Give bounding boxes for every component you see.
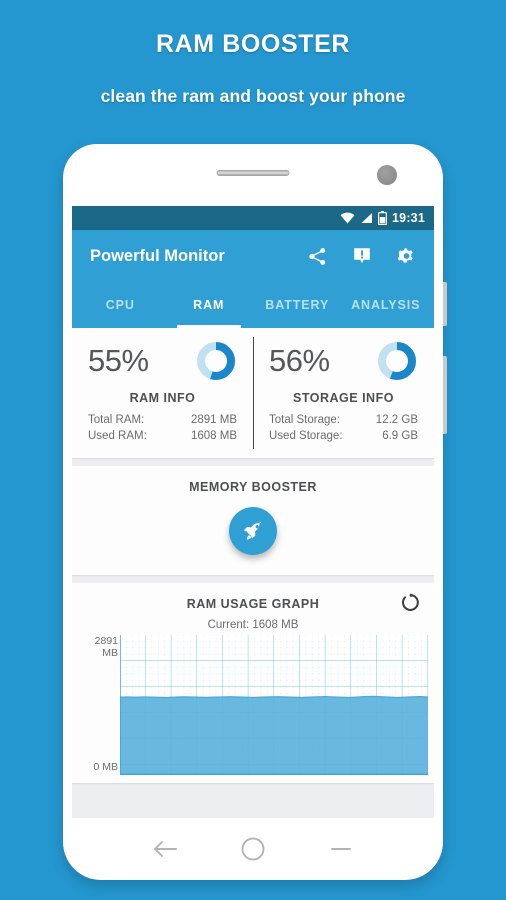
- storage-percent: 56%: [269, 343, 330, 378]
- tab-bar: CPU RAM BATTERY ANALYSIS: [72, 282, 434, 328]
- nav-recents-icon[interactable]: [328, 839, 354, 859]
- storage-percent-row: 56%: [269, 340, 418, 382]
- storage-used-value: 6.9 GB: [382, 430, 418, 442]
- ram-total-row: Total RAM: 2891 MB: [88, 412, 237, 428]
- ram-used-row: Used RAM: 1608 MB: [88, 428, 237, 444]
- nav-back-icon[interactable]: [152, 839, 178, 859]
- storage-info-section: 56% STORAGE INFO Total Storage: 12.2 GB …: [253, 337, 434, 449]
- plot-wrapper: 2891 MB 0 MB: [72, 635, 434, 775]
- storage-total-label: Total Storage:: [269, 414, 340, 426]
- tab-cpu[interactable]: CPU: [76, 282, 165, 328]
- y-axis: 2891 MB 0 MB: [76, 635, 120, 775]
- status-time: 19:31: [392, 211, 425, 225]
- ram-percent-row: 55%: [88, 340, 237, 382]
- storage-total-row: Total Storage: 12.2 GB: [269, 412, 418, 428]
- content-area: 55% RAM INFO Total RAM: 2891 MB Used RAM…: [72, 328, 434, 783]
- earpiece-speaker: [216, 170, 290, 176]
- promo-subtitle: clean the ram and boost your phone: [100, 86, 406, 106]
- ram-usage-graph-card: RAM USAGE GRAPH Current: 1608 MB 2891 MB …: [72, 583, 434, 783]
- ram-total-label: Total RAM:: [88, 414, 145, 426]
- status-bar: 19:31: [72, 206, 434, 230]
- graph-title: RAM USAGE GRAPH: [186, 597, 320, 611]
- power-button[interactable]: [443, 282, 447, 326]
- feedback-icon[interactable]: [353, 247, 371, 266]
- tab-analysis[interactable]: ANALYSIS: [342, 282, 431, 328]
- storage-info-title: STORAGE INFO: [293, 391, 394, 405]
- refresh-icon[interactable]: [401, 593, 420, 612]
- tab-ram[interactable]: RAM: [165, 282, 254, 328]
- android-nav-bar: [63, 818, 443, 880]
- tab-battery[interactable]: BATTERY: [253, 282, 342, 328]
- ram-usage-chart: [120, 635, 428, 775]
- ram-percent: 55%: [88, 343, 149, 378]
- app-title: Powerful Monitor: [90, 246, 225, 265]
- ram-used-label: Used RAM:: [88, 430, 147, 442]
- info-card: 55% RAM INFO Total RAM: 2891 MB Used RAM…: [72, 328, 434, 458]
- storage-used-row: Used Storage: 6.9 GB: [269, 428, 418, 444]
- y-axis-max-label: 2891 MB: [94, 635, 118, 659]
- tab-analysis-label: ANALYSIS: [351, 298, 421, 312]
- ram-info-title: RAM INFO: [129, 391, 196, 405]
- tab-battery-label: BATTERY: [265, 298, 330, 312]
- volume-button[interactable]: [443, 356, 447, 434]
- storage-used-label: Used Storage:: [269, 430, 343, 442]
- graph-current-value: Current: 1608 MB: [207, 619, 299, 631]
- battery-icon: [378, 211, 388, 225]
- app-bar-actions: [308, 247, 416, 266]
- memory-booster-card: MEMORY BOOSTER: [72, 466, 434, 575]
- wifi-icon: [340, 212, 355, 224]
- tab-ram-label: RAM: [193, 298, 225, 312]
- share-icon[interactable]: [308, 247, 327, 266]
- signal-icon: [361, 213, 373, 223]
- chart-area-series: [120, 695, 428, 775]
- tab-cpu-label: CPU: [105, 298, 135, 312]
- front-camera: [377, 165, 397, 185]
- ram-used-value: 1608 MB: [190, 430, 237, 442]
- ram-info-section: 55% RAM INFO Total RAM: 2891 MB Used RAM…: [72, 340, 253, 444]
- storage-total-value: 12.2 GB: [375, 414, 418, 426]
- y-axis-min-label: 0 MB: [93, 761, 118, 773]
- memory-booster-button[interactable]: [229, 507, 277, 555]
- promo-title: RAM BOOSTER: [155, 30, 351, 58]
- memory-booster-title: MEMORY BOOSTER: [189, 480, 317, 494]
- app-bar: Powerful Monitor: [72, 230, 434, 282]
- ram-total-value: 2891 MB: [190, 414, 237, 426]
- phone-mockup: 19:31 Powerful Monitor CPU RAM BATTERY A…: [63, 144, 447, 880]
- settings-gear-icon[interactable]: [397, 247, 416, 266]
- phone-screen: 19:31 Powerful Monitor CPU RAM BATTERY A…: [72, 206, 434, 818]
- nav-home-icon[interactable]: [240, 836, 266, 862]
- graph-header: RAM USAGE GRAPH: [72, 593, 434, 613]
- storage-progress-ring: [378, 342, 416, 380]
- ram-progress-ring: [197, 342, 235, 380]
- rocket-icon: [244, 521, 262, 540]
- promo-header: RAM BOOSTER clean the ram and boost your…: [0, 0, 506, 140]
